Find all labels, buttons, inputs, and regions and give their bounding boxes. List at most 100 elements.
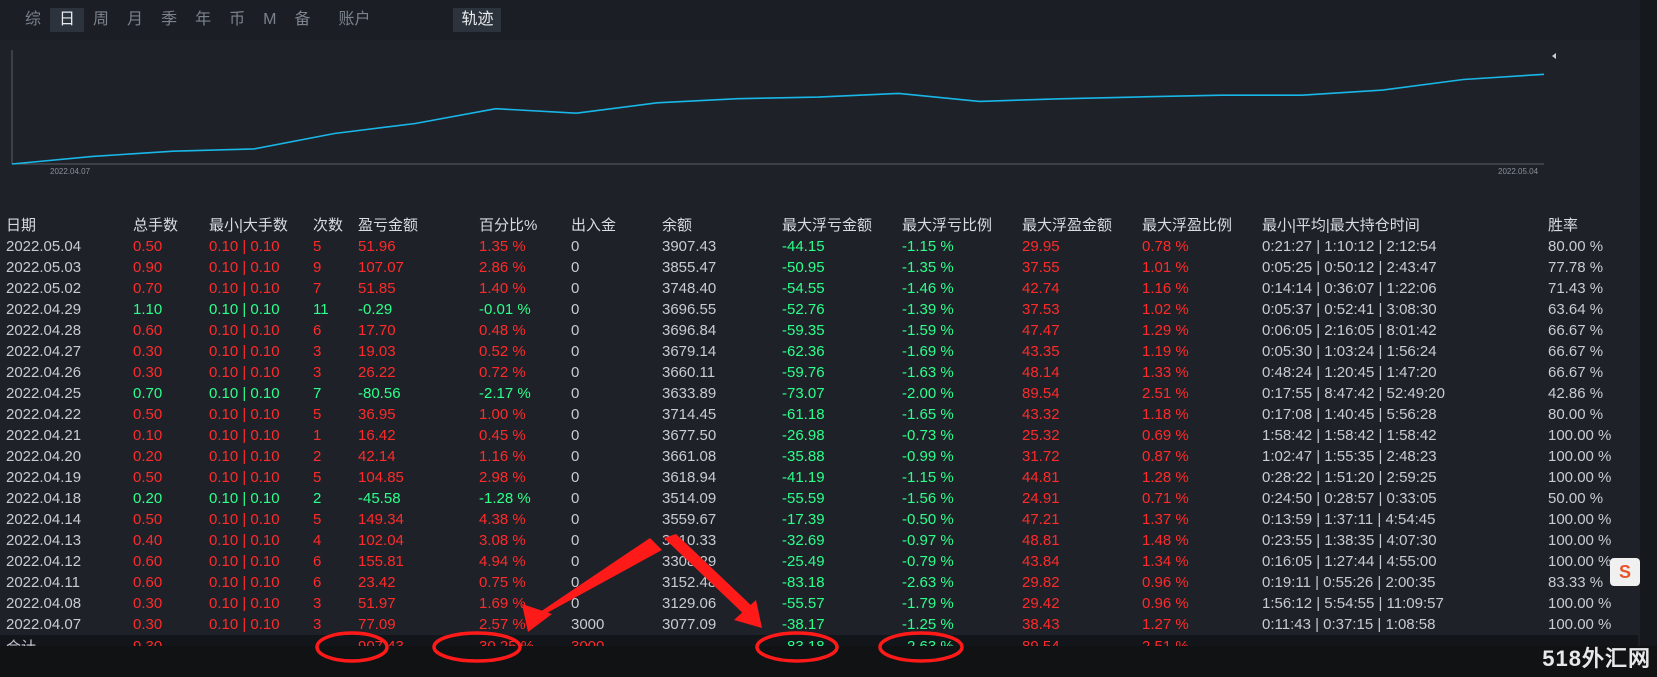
table-row[interactable]: 2022.04.29 1.10 0.10 | 0.10 11 -0.29 -0.01 % 0… — [0, 299, 1638, 320]
table-row[interactable]: 2022.04.11 0.60 0.10 | 0.10 6 23.42 0.75 % 0 31… — [0, 572, 1638, 593]
cell-count: 2 — [313, 448, 322, 465]
cell-maxprofitpct: 0.87 % — [1142, 448, 1189, 465]
cell-maxlosspct: -1.59 % — [902, 322, 954, 339]
tab-6[interactable]: 币 — [220, 8, 254, 32]
table-row[interactable]: 2022.04.08 0.30 0.10 | 0.10 3 51.97 1.69 % 0 31… — [0, 593, 1638, 614]
cell-maxprofit: 29.42 — [1022, 595, 1060, 612]
table-row[interactable]: 2022.04.21 0.10 0.10 | 0.10 1 16.42 0.45 % 0 36… — [0, 425, 1638, 446]
column-header[interactable]: 盈亏金额 — [358, 212, 479, 236]
cell-count: 4 — [313, 532, 322, 549]
table-row[interactable]: 2022.04.07 0.30 0.10 | 0.10 3 77.09 2.57 % 300… — [0, 614, 1638, 635]
cell-count: 3 — [313, 595, 322, 612]
cell-maxprofitpct: 0.96 % — [1142, 595, 1189, 612]
cell-win: 100.00 % — [1548, 469, 1612, 486]
cell-date: 2022.04.19 — [6, 469, 82, 486]
cell-pct: 0.72 % — [479, 364, 526, 381]
tab-3[interactable]: 月 — [118, 8, 152, 32]
column-header[interactable]: 最大浮亏比例 — [902, 212, 1022, 236]
cell-pnl: 51.97 — [358, 595, 396, 612]
tab-9[interactable]: 账户 — [329, 8, 379, 32]
cell-maxloss: -50.95 — [782, 259, 825, 276]
cell-minmax: 0.10 | 0.10 — [209, 322, 280, 339]
cell-maxprofitpct: 1.01 % — [1142, 259, 1189, 276]
cell-win: 100.00 % — [1548, 616, 1612, 633]
table-row[interactable]: 2022.04.13 0.40 0.10 | 0.10 4 102.04 3.08 % 0 3… — [0, 530, 1638, 551]
cell-maxprofitpct: 1.48 % — [1142, 532, 1189, 549]
cell-minmax: 0.10 | 0.10 — [209, 511, 280, 528]
cell-count: 3 — [313, 364, 322, 381]
cell-date: 2022.04.26 — [6, 364, 82, 381]
cell-date: 2022.04.08 — [6, 595, 82, 612]
cell-hold: 1:02:47 | 1:55:35 | 2:48:23 — [1262, 448, 1437, 465]
ime-icon[interactable]: S — [1610, 558, 1640, 586]
column-header[interactable]: 次数 — [313, 212, 358, 236]
table-row[interactable]: 2022.05.04 0.50 0.10 | 0.10 5 51.96 1.35 % 0 39… — [0, 236, 1638, 257]
table-row[interactable]: 2022.04.18 0.20 0.10 | 0.10 2 -45.58 -1.28 % 0… — [0, 488, 1638, 509]
cell-hold: 0:05:25 | 0:50:12 | 2:43:47 — [1262, 259, 1437, 276]
tab-7[interactable]: M — [254, 8, 285, 32]
column-header[interactable]: 最小|大手数 — [209, 212, 313, 236]
column-header[interactable]: 日期 — [0, 212, 133, 236]
cell-maxloss: -83.18 — [782, 574, 825, 591]
table-row[interactable]: 2022.05.03 0.90 0.10 | 0.10 9 107.07 2.86 % 0 3… — [0, 257, 1638, 278]
equity-chart-svg: 2022.04.07 2022.05.04 — [11, 50, 1556, 176]
tab-5[interactable]: 年 — [186, 8, 220, 32]
cell-maxloss: -26.98 — [782, 427, 825, 444]
cell-balance: 3855.47 — [662, 259, 717, 276]
table-row[interactable]: 2022.04.27 0.30 0.10 | 0.10 3 19.03 0.52 % 0 36… — [0, 341, 1638, 362]
column-header[interactable]: 胜率 — [1548, 212, 1638, 236]
cell-count: 3 — [313, 616, 322, 633]
tab-0[interactable]: 综 — [16, 8, 50, 32]
cell-count: 5 — [313, 238, 322, 255]
table-row[interactable]: 2022.04.28 0.60 0.10 | 0.10 6 17.70 0.48 % 0 36… — [0, 320, 1638, 341]
cell-flow: 0 — [571, 469, 580, 486]
cell-date: 2022.04.11 — [6, 574, 80, 591]
cell-maxloss: -32.69 — [782, 532, 825, 549]
cell-maxprofitpct: 1.37 % — [1142, 511, 1189, 528]
cell-flow: 0 — [571, 490, 580, 507]
cell-date: 2022.04.12 — [6, 553, 82, 570]
table-row[interactable]: 2022.04.12 0.60 0.10 | 0.10 6 155.81 4.94 % 0 3… — [0, 551, 1638, 572]
cell-lots: 0.50 — [133, 469, 163, 486]
table-row[interactable]: 2022.04.25 0.70 0.10 | 0.10 7 -80.56 -2.17 % 0… — [0, 383, 1638, 404]
column-header[interactable]: 最大浮亏金额 — [782, 212, 902, 236]
column-header[interactable]: 最小|平均|最大持仓时间 — [1262, 212, 1548, 236]
table-row[interactable]: 2022.04.19 0.50 0.10 | 0.10 5 104.85 2.98 % 0 3… — [0, 467, 1638, 488]
cell-flow: 0 — [571, 301, 580, 318]
tab-4[interactable]: 季 — [152, 8, 186, 32]
cell-hold: 1:56:12 | 5:54:55 | 11:09:57 — [1262, 595, 1444, 612]
tab-2[interactable]: 周 — [84, 8, 118, 32]
cell-date: 2022.04.14 — [6, 511, 82, 528]
cell-count: 7 — [313, 385, 322, 402]
cell-hold: 0:05:30 | 1:03:24 | 1:56:24 — [1262, 343, 1437, 360]
column-header[interactable]: 最大浮盈金额 — [1022, 212, 1142, 236]
cell-date: 2022.05.02 — [6, 280, 82, 297]
chart-scroll-arrow-icon[interactable] — [1552, 53, 1556, 59]
tab-8[interactable]: 备 — [285, 8, 319, 32]
cell-lots: 0.70 — [133, 385, 163, 402]
cell-maxprofit: 89.54 — [1022, 385, 1060, 402]
column-header[interactable]: 总手数 — [133, 212, 209, 236]
column-header[interactable]: 百分比% — [479, 212, 571, 236]
tab-track[interactable]: 轨迹 — [453, 8, 502, 32]
right-scroll-area[interactable] — [1640, 0, 1657, 646]
column-header[interactable]: 最大浮盈比例 — [1142, 212, 1262, 236]
table-body: 2022.05.04 0.50 0.10 | 0.10 5 51.96 1.35 % 0 39… — [0, 236, 1638, 657]
cell-balance: 3559.67 — [662, 511, 717, 528]
cell-maxprofit: 48.14 — [1022, 364, 1060, 381]
column-header[interactable]: 余额 — [662, 212, 782, 236]
chart-end-date: 2022.05.04 — [1498, 167, 1539, 176]
cell-maxloss: -25.49 — [782, 553, 825, 570]
daily-report-table: 日期 总手数 最小|大手数 次数 盈亏金额 百分比% 出入金 余额 最大浮亏金额 最大浮亏比例 最大… — [0, 212, 1638, 657]
table-row[interactable]: 2022.04.26 0.30 0.10 | 0.10 3 26.22 0.72 % 0 36… — [0, 362, 1638, 383]
cell-maxloss: -62.36 — [782, 343, 825, 360]
cell-maxloss: -55.59 — [782, 490, 825, 507]
table-row[interactable]: 2022.04.14 0.50 0.10 | 0.10 5 149.34 4.38 % 0 3… — [0, 509, 1638, 530]
table-row[interactable]: 2022.05.02 0.70 0.10 | 0.10 7 51.85 1.40 % 0 37… — [0, 278, 1638, 299]
column-header[interactable]: 出入金 — [571, 212, 662, 236]
cell-pct: 0.45 % — [479, 427, 526, 444]
table-row[interactable]: 2022.04.22 0.50 0.10 | 0.10 5 36.95 1.00 % 0 37… — [0, 404, 1638, 425]
tab-1[interactable]: 日 — [50, 8, 85, 32]
table-row[interactable]: 2022.04.20 0.20 0.10 | 0.10 2 42.14 1.16 % 0 36… — [0, 446, 1638, 467]
chart-start-date: 2022.04.07 — [50, 167, 91, 176]
